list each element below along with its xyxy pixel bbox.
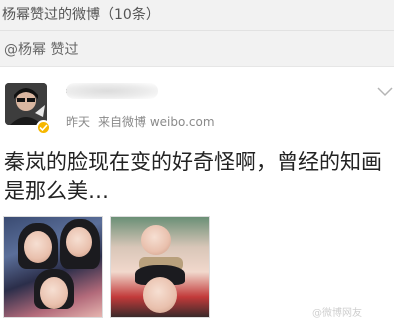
- avatar-image: [5, 83, 47, 125]
- liked-by-section-header: @杨幂 赞过: [0, 31, 394, 65]
- figure-face: [40, 277, 68, 309]
- post-source[interactable]: 来自微博 weibo.com: [98, 115, 215, 129]
- chevron-down-icon[interactable]: [377, 86, 393, 98]
- post-meta: 昨天 来自微博 weibo.com: [66, 113, 215, 130]
- avatar[interactable]: [5, 83, 47, 125]
- post-text: 秦岚的脸现在变的好奇怪啊，曾经的知画是那么美…: [4, 150, 382, 203]
- figure-face: [141, 225, 171, 255]
- figure-face: [143, 277, 177, 313]
- post-image-1[interactable]: [3, 216, 103, 318]
- weibo-post-card[interactable]: 昨天 来自微博 weibo.com 秦岚的脸现在变的好奇怪啊，曾经的知画是那么美…: [0, 66, 394, 324]
- figure-face: [24, 231, 52, 263]
- post-image-2[interactable]: [110, 216, 210, 318]
- liked-by-label[interactable]: @杨幂 赞过: [4, 39, 78, 59]
- figure-face: [66, 227, 92, 257]
- top-bar: 杨幂赞过的微博（10条）: [0, 0, 394, 31]
- post-time: 昨天: [66, 115, 91, 129]
- verified-badge-icon: [36, 120, 51, 135]
- page-title: 杨幂赞过的微博（10条）: [2, 7, 160, 23]
- username-blurred[interactable]: [66, 83, 158, 99]
- watermark: @微博网友: [312, 308, 362, 319]
